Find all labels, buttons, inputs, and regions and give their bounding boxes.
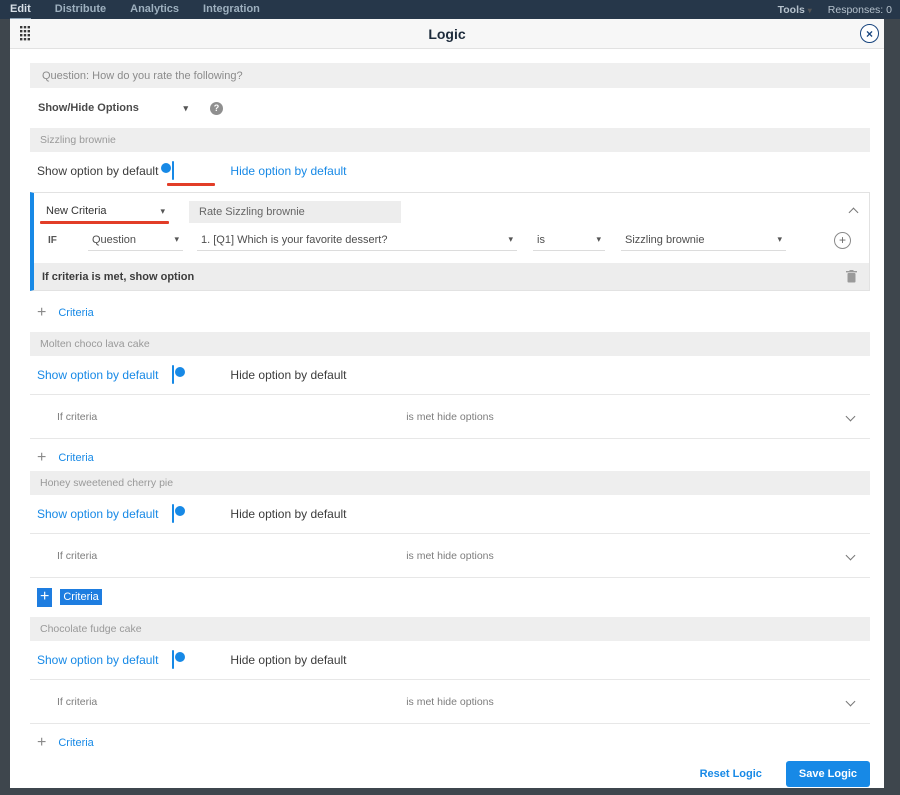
criteria-card-header: New Criteria ▾ Rate Sizzling brownie xyxy=(34,193,869,227)
show-option-label[interactable]: Show option by default xyxy=(37,164,158,178)
hide-option-label[interactable]: Hide option by default xyxy=(230,507,346,521)
logic-type-dropdown[interactable]: Show/Hide Options ▾ xyxy=(38,102,188,114)
close-icon[interactable]: × xyxy=(860,24,879,43)
add-criteria-label[interactable]: Criteria xyxy=(58,452,93,464)
criteria-result-text: If criteria is met, show option xyxy=(42,270,195,283)
logic-modal: Logic × Question: How do you rate the fo… xyxy=(10,19,884,788)
add-criteria-label[interactable]: Criteria xyxy=(58,307,93,319)
condition-subject-dropdown[interactable]: Question ▾ xyxy=(88,230,183,251)
add-criteria-link-selected[interactable]: + Criteria xyxy=(30,587,870,607)
chevron-down-icon: ▾ xyxy=(160,205,165,216)
add-condition-icon[interactable]: + xyxy=(834,231,851,249)
collapsed-criteria-right: is met hide options xyxy=(406,410,494,423)
show-hide-toggle[interactable] xyxy=(172,365,186,384)
chevron-down-icon: ▾ xyxy=(508,234,513,244)
question-bar: Question: How do you rate the following? xyxy=(30,63,870,88)
criteria-result-bar: If criteria is met, show option xyxy=(34,263,869,290)
tools-menu[interactable]: Tools ▾ xyxy=(778,4,812,16)
modal-title: Logic xyxy=(428,25,466,42)
chevron-down-icon[interactable] xyxy=(845,696,856,707)
add-criteria-label[interactable]: Criteria xyxy=(60,589,102,605)
add-criteria-label[interactable]: Criteria xyxy=(58,737,93,749)
toggle-row: Show option by default Hide option by de… xyxy=(30,362,870,388)
hide-option-label[interactable]: Hide option by default xyxy=(230,368,346,382)
toggle-row: Show option by default Hide option by de… xyxy=(30,501,870,527)
condition-operator-dropdown[interactable]: is ▾ xyxy=(533,230,605,251)
show-option-label[interactable]: Show option by default xyxy=(37,507,158,521)
add-criteria-link[interactable]: + Criteria xyxy=(30,734,870,752)
section-header: Sizzling brownie xyxy=(30,128,870,152)
section-header: Honey sweetened cherry pie xyxy=(30,471,870,495)
modal-footer: Reset Logic Save Logic xyxy=(30,761,870,787)
toggle-knob xyxy=(175,652,186,662)
hide-option-label[interactable]: Hide option by default xyxy=(230,653,346,667)
show-hide-toggle[interactable] xyxy=(172,650,186,669)
condition-question-dropdown[interactable]: 1. [Q1] Which is your favorite dessert? … xyxy=(197,230,517,251)
collapsed-criteria-right: is met hide options xyxy=(406,549,494,562)
modal-content: Question: How do you rate the following?… xyxy=(10,49,884,788)
condition-value-value: Sizzling brownie xyxy=(625,233,705,246)
plus-icon[interactable]: + xyxy=(37,450,46,466)
section-header: Molten choco lava cake xyxy=(30,332,870,356)
modal-header: Logic × xyxy=(10,19,884,49)
criteria-name-value: New Criteria xyxy=(46,205,107,217)
show-option-label[interactable]: Show option by default xyxy=(37,368,158,382)
add-criteria-link[interactable]: + Criteria xyxy=(30,304,870,322)
plus-icon[interactable]: + xyxy=(37,587,53,607)
annotation-underline xyxy=(40,221,169,224)
condition-question-value: 1. [Q1] Which is your favorite dessert? xyxy=(201,233,388,246)
collapsed-criteria-row[interactable]: If criteria is met hide options xyxy=(30,533,870,578)
tab-distribute[interactable]: Distribute xyxy=(55,1,106,18)
criteria-condition-row: IF Question ▾ 1. [Q1] Which is your favo… xyxy=(34,227,869,263)
logic-type-row: Show/Hide Options ▾ ? xyxy=(30,96,870,120)
trash-icon[interactable] xyxy=(846,270,857,283)
criteria-card: New Criteria ▾ Rate Sizzling brownie IF … xyxy=(30,192,870,291)
save-logic-button[interactable]: Save Logic xyxy=(785,761,870,787)
collapsed-criteria-left: If criteria xyxy=(57,695,98,708)
collapsed-criteria-left: If criteria xyxy=(57,410,98,423)
section-header: Chocolate fudge cake xyxy=(30,617,870,641)
collapsed-criteria-right: is met hide options xyxy=(406,695,494,708)
plus-icon[interactable]: + xyxy=(37,305,46,321)
chevron-down-icon: ▾ xyxy=(596,234,601,244)
criteria-name-dropdown[interactable]: New Criteria ▾ xyxy=(40,201,169,224)
annotation-underline xyxy=(167,183,216,186)
logic-type-value: Show/Hide Options xyxy=(38,102,139,114)
collapsed-criteria-row[interactable]: If criteria is met hide options xyxy=(30,394,870,439)
chevron-down-icon: ▾ xyxy=(174,234,179,244)
toggle-row: Show option by default Hide option by de… xyxy=(30,647,870,673)
help-icon[interactable]: ? xyxy=(210,101,223,115)
chevron-down-icon: ▾ xyxy=(777,234,782,244)
show-hide-toggle[interactable] xyxy=(161,161,175,180)
add-criteria-link[interactable]: + Criteria xyxy=(30,449,870,467)
plus-icon[interactable]: + xyxy=(37,735,46,751)
collapsed-criteria-row[interactable]: If criteria is met hide options xyxy=(30,679,870,724)
tab-analytics[interactable]: Analytics xyxy=(130,1,179,18)
chevron-down-icon[interactable] xyxy=(845,411,856,422)
responses-count: Responses: 0 xyxy=(827,3,892,16)
toggle-knob xyxy=(175,367,186,377)
chevron-up-icon[interactable] xyxy=(848,207,859,218)
hide-option-label[interactable]: Hide option by default xyxy=(230,164,346,178)
toggle-row: Show option by default Hide option by de… xyxy=(30,158,870,186)
reset-logic-button[interactable]: Reset Logic xyxy=(700,768,762,780)
top-navigation: Edit Distribute Analytics Integration To… xyxy=(0,0,900,19)
chevron-down-icon: ▾ xyxy=(807,5,812,15)
toggle-knob xyxy=(175,506,186,516)
condition-operator-value: is xyxy=(537,233,545,246)
condition-subject-value: Question xyxy=(92,233,137,246)
chevron-down-icon[interactable] xyxy=(845,550,856,561)
if-label: IF xyxy=(48,234,57,246)
option-reference-field: Rate Sizzling brownie xyxy=(189,201,401,223)
condition-value-dropdown[interactable]: Sizzling brownie ▾ xyxy=(621,230,786,251)
tab-integration[interactable]: Integration xyxy=(203,1,260,18)
toggle-knob xyxy=(161,163,172,173)
show-hide-toggle[interactable] xyxy=(172,504,186,523)
collapsed-criteria-left: If criteria xyxy=(57,549,98,562)
show-option-label[interactable]: Show option by default xyxy=(37,653,158,667)
tab-edit[interactable]: Edit xyxy=(10,1,31,19)
chevron-down-icon: ▾ xyxy=(183,102,188,113)
